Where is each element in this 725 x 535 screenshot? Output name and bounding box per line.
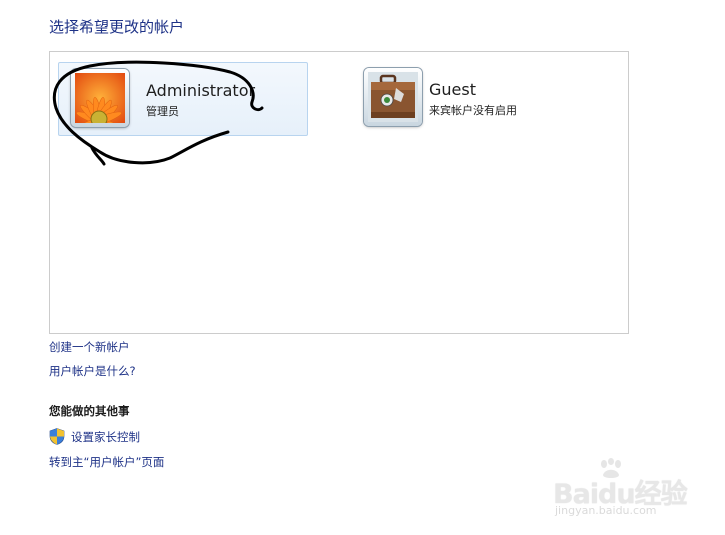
goto-main-accounts-link[interactable]: 转到主“用户帐户”页面 <box>49 454 164 470</box>
account-name: Guest <box>429 80 476 99</box>
accounts-panel: Administrator 管理员 Guest 来宾帐户没有启用 <box>49 51 629 334</box>
account-tile-guest[interactable]: Guest 来宾帐户没有启用 <box>356 62 586 136</box>
other-tasks-heading: 您能做的其他事 <box>49 404 130 418</box>
what-is-account-link[interactable]: 用户帐户是什么? <box>49 363 136 379</box>
flower-avatar-icon <box>71 69 129 127</box>
account-status: 来宾帐户没有启用 <box>429 104 517 117</box>
page-title: 选择希望更改的帐户 <box>49 18 185 36</box>
watermark-site: jingyan.baidu.com <box>555 504 657 517</box>
baidu-watermark: Baidu经验 jingyan.baidu.com <box>553 458 693 520</box>
uac-shield-icon <box>49 428 65 445</box>
create-account-link[interactable]: 创建一个新帐户 <box>49 339 130 355</box>
account-role: 管理员 <box>146 105 179 118</box>
parental-controls-link[interactable]: 设置家长控制 <box>71 429 140 445</box>
suitcase-avatar-icon <box>364 68 422 126</box>
account-name: Administrator <box>146 81 256 100</box>
account-tile-administrator[interactable]: Administrator 管理员 <box>58 62 308 136</box>
